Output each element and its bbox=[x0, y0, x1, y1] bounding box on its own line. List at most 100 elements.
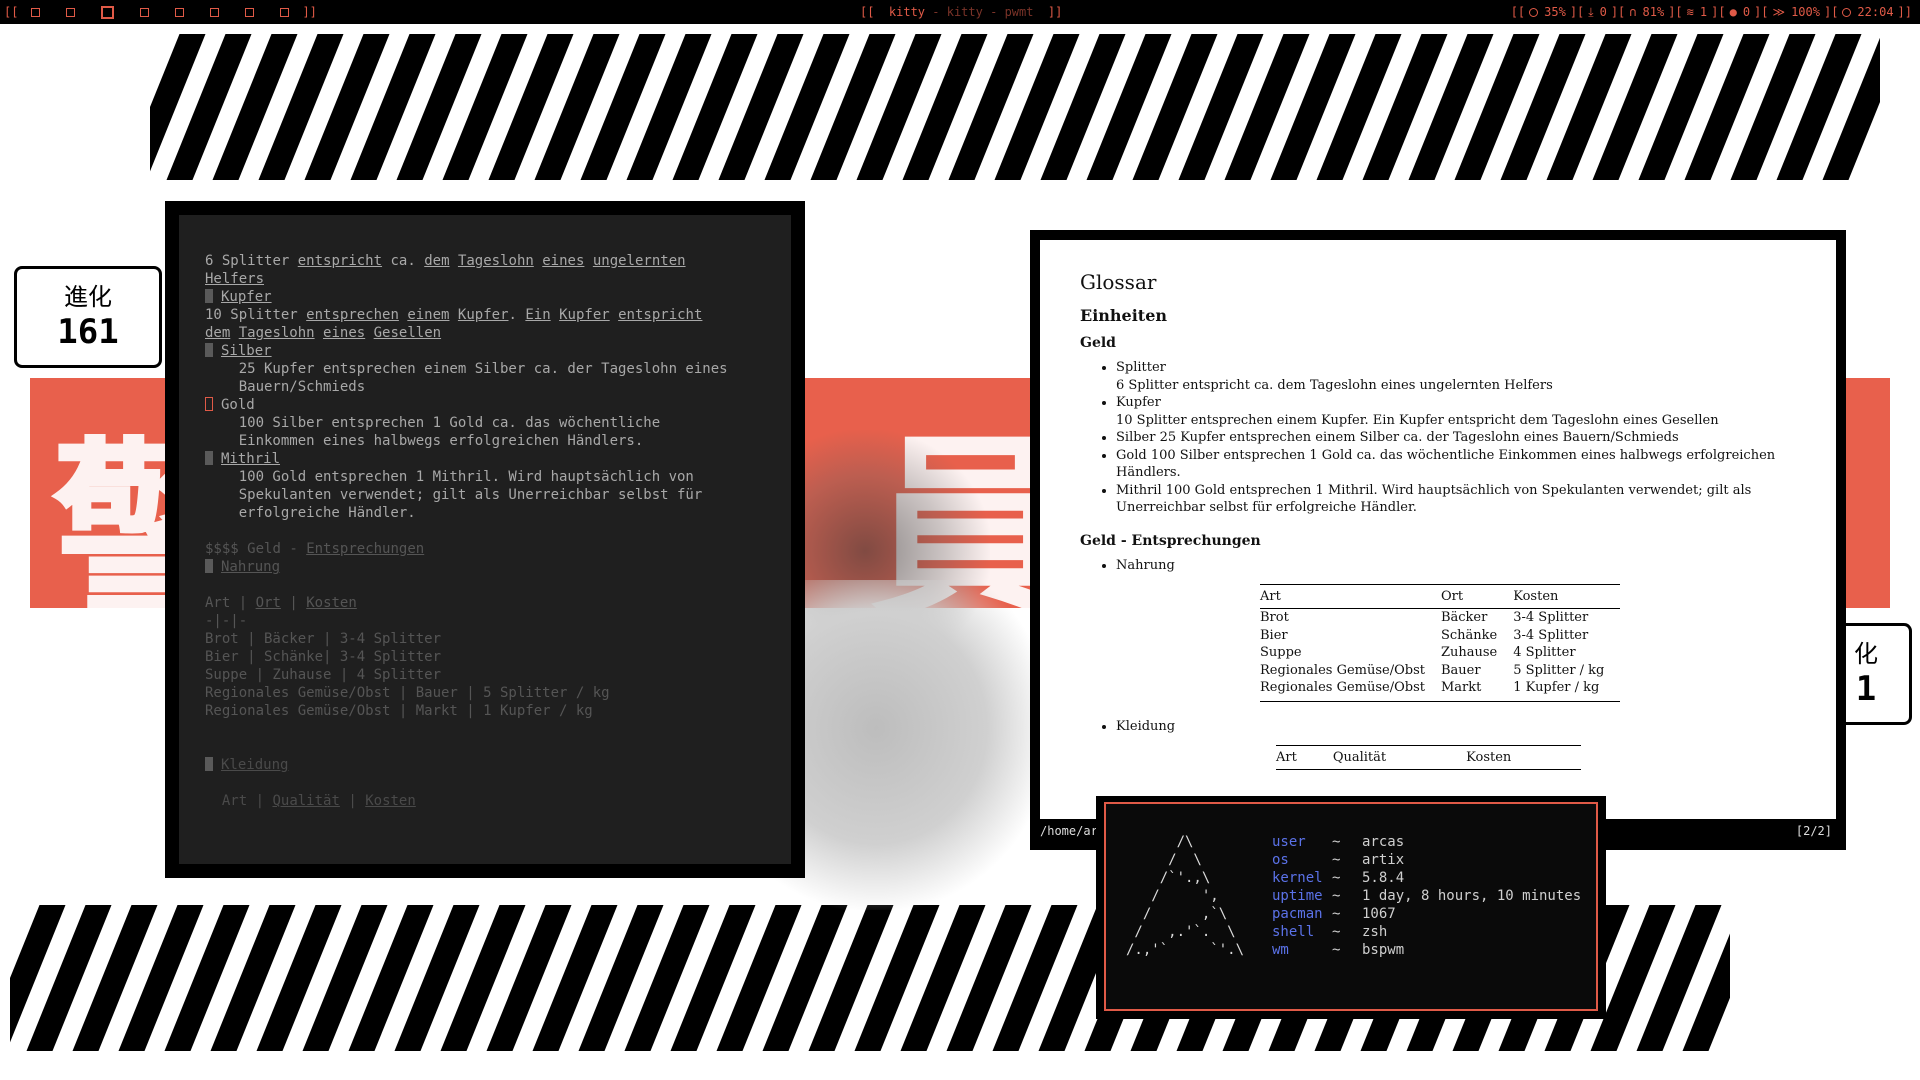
table-header: Art bbox=[1260, 584, 1441, 609]
editor-line[interactable]: Kleidung bbox=[205, 756, 791, 774]
table-row: Bier Schänke 3-4 Splitter bbox=[1260, 627, 1620, 645]
editor-line[interactable]: Mithril bbox=[205, 450, 791, 468]
workspace-7[interactable] bbox=[245, 7, 255, 17]
sysinfo-row: uptime ~1 day, 8 hours, 10 minutes bbox=[1272, 888, 1582, 904]
editor-line[interactable]: 10 Splitter entsprechen einem Kupfer. Ei… bbox=[205, 306, 791, 324]
editor-line[interactable]: Art | Ort | Kosten bbox=[205, 594, 791, 612]
editor-line[interactable]: Bier | Schänke| 3-4 Splitter bbox=[205, 648, 791, 666]
battery-module[interactable]: ≫ 100% bbox=[1773, 0, 1820, 24]
fold-marker-icon[interactable] bbox=[205, 757, 213, 771]
status-bar: [[ ]] [[ kitty - kitty - pwmt ]] [[ 35% … bbox=[0, 0, 1920, 24]
editor-line[interactable]: Kupfer bbox=[205, 288, 791, 306]
fold-marker-icon[interactable] bbox=[205, 559, 213, 573]
battery-icon: ≫ bbox=[1772, 5, 1786, 19]
window-title: [[ kitty - kitty - pwmt ]] bbox=[860, 5, 1063, 19]
subsection-heading-geld: Geld bbox=[1080, 335, 1116, 351]
food-table: Art Ort Kosten Brot Bäcker 3-4 Splitter Bier Sc… bbox=[1260, 584, 1621, 702]
editor-line[interactable]: Nahrung bbox=[205, 558, 791, 576]
sysinfo-row: pacman ~1067 bbox=[1272, 906, 1396, 922]
clock-icon bbox=[1842, 7, 1852, 17]
updates-module[interactable]: ● 0 bbox=[1730, 0, 1750, 24]
editor-window[interactable]: 6 Splitter entspricht ca. dem Tageslohn … bbox=[165, 201, 805, 878]
status-modules: [[ 35% ][ ⤓ 0 ][ ∩ 81% ][ ≋ 1 ][ ● 0 ][ ≫ 100… bbox=[1511, 0, 1912, 24]
download-icon: ⤓ bbox=[1588, 5, 1594, 19]
table-header: Qualität bbox=[1332, 745, 1467, 770]
workspace-5[interactable] bbox=[175, 7, 185, 17]
distro-logo-ascii: /\ / \ /`'.,\ / ', / ,`\ / ,.'`. \ /.,'`… bbox=[1126, 834, 1245, 958]
sysinfo-row: os ~ artix bbox=[1272, 852, 1405, 868]
wifi-icon: ≋ bbox=[1686, 5, 1694, 19]
table-row: Brot Bäcker 3-4 Splitter bbox=[1260, 609, 1620, 627]
workspace-3[interactable] bbox=[101, 5, 115, 19]
workspace-4[interactable] bbox=[140, 7, 150, 17]
pdf-page[interactable]: Glossar Einheiten Geld Splitter6 Splitte… bbox=[1040, 240, 1836, 819]
table-cell: 1 Kupfer / kg bbox=[1513, 679, 1621, 702]
table-cell: Suppe bbox=[1260, 645, 1302, 660]
workspace-2[interactable] bbox=[66, 7, 76, 17]
editor-line[interactable]: Gold bbox=[205, 396, 791, 414]
file-path: /home/ar bbox=[1040, 824, 1098, 838]
terminal-buffer[interactable]: /\ / \ /`'.,\ / ', / ,`\ / ,.'`. \ /.,'`… bbox=[1104, 802, 1598, 1011]
editor-line[interactable]: 100 Silber entsprechen 1 Gold ca. das wö… bbox=[205, 414, 791, 432]
table-row: Suppe Zuhause 4 Splitter bbox=[1260, 644, 1620, 662]
table-cell: Bäcker bbox=[1440, 610, 1488, 625]
pdf-viewer-window[interactable]: Glossar Einheiten Geld Splitter6 Splitte… bbox=[1030, 230, 1846, 850]
table-cell: Bauer bbox=[1440, 662, 1481, 678]
clock-module[interactable]: 22:04 bbox=[1842, 0, 1894, 24]
editor-buffer[interactable]: 6 Splitter entspricht ca. dem Tageslohn … bbox=[179, 215, 791, 864]
clothing-table: Art Qualität Kosten bbox=[1276, 745, 1582, 770]
download-module[interactable]: ⤓ 0 bbox=[1588, 0, 1607, 24]
editor-line[interactable]: Brot | Bäcker | 3-4 Splitter bbox=[205, 630, 791, 648]
list-item: Nahrung bbox=[1116, 557, 1796, 575]
clothing-list: Kleidung bbox=[1080, 718, 1796, 736]
editor-line[interactable]: 6 Splitter entspricht ca. dem Tageslohn … bbox=[205, 252, 791, 270]
editor-line[interactable]: Spekulanten verwendet; gilt als Unerreic… bbox=[205, 486, 791, 504]
table-header: Ort bbox=[1440, 584, 1514, 609]
fold-marker-icon[interactable] bbox=[205, 289, 213, 303]
title-name: kitty bbox=[946, 5, 983, 19]
fold-marker-icon[interactable] bbox=[205, 451, 213, 465]
editor-line[interactable]: Einkommen eines halbwegs erfolgreichen H… bbox=[205, 432, 791, 450]
editor-line[interactable]: Suppe | Zuhause | 4 Splitter bbox=[205, 666, 791, 684]
editor-line[interactable] bbox=[205, 774, 791, 792]
editor-line[interactable]: Regionales Gemüse/Obst | Markt | 1 Kupfe… bbox=[205, 702, 791, 720]
food-list: Nahrung bbox=[1080, 557, 1796, 575]
doc-title: Glossar bbox=[1080, 270, 1157, 294]
editor-line[interactable]: -|-|- bbox=[205, 612, 791, 630]
editor-line[interactable]: Silber bbox=[205, 342, 791, 360]
wallpaper-badge-left: 進化 161 bbox=[14, 266, 162, 368]
editor-line[interactable] bbox=[205, 738, 791, 756]
workspace-1[interactable] bbox=[31, 7, 41, 17]
editor-line[interactable]: Art | Qualität | Kosten bbox=[205, 792, 791, 810]
wifi-module[interactable]: ≋ 1 bbox=[1687, 0, 1707, 24]
editor-line[interactable]: Helfers bbox=[205, 270, 791, 288]
table-cell: Regionales Gemüse/Obst bbox=[1260, 679, 1441, 702]
workspace-8[interactable] bbox=[280, 7, 290, 17]
editor-line[interactable]: dem Tageslohn eines Gesellen bbox=[205, 324, 791, 342]
editor-line[interactable]: erfolgreiche Händler. bbox=[205, 504, 791, 522]
table-cell: 3-4 Splitter bbox=[1513, 610, 1589, 625]
terminal-window[interactable]: /\ / \ /`'.,\ / ', / ,`\ / ,.'`. \ /.,'`… bbox=[1096, 796, 1606, 1019]
editor-line[interactable]: Regionales Gemüse/Obst | Bauer | 5 Split… bbox=[205, 684, 791, 702]
editor-line[interactable] bbox=[205, 576, 791, 594]
table-cell: 5 Splitter / kg bbox=[1513, 662, 1605, 678]
table-cell: Markt bbox=[1440, 679, 1514, 702]
list-item: Splitter6 Splitter entspricht ca. dem Ta… bbox=[1116, 359, 1796, 394]
fold-marker-icon[interactable] bbox=[205, 343, 213, 357]
workspace-6[interactable] bbox=[210, 7, 220, 17]
editor-line[interactable] bbox=[205, 720, 791, 738]
volume-module[interactable]: ∩ 81% bbox=[1629, 0, 1664, 24]
table-cell: Zuhause bbox=[1440, 645, 1498, 660]
editor-line[interactable]: Bauern/Schmieds bbox=[205, 378, 791, 396]
title-app: kitty bbox=[888, 5, 926, 19]
fold-marker-icon[interactable] bbox=[205, 397, 213, 411]
cpu-icon bbox=[1529, 7, 1539, 17]
cpu-module[interactable]: 35% bbox=[1529, 0, 1566, 24]
editor-line[interactable]: 25 Kupfer entsprechen einem Silber ca. d… bbox=[205, 360, 791, 378]
editor-line[interactable]: 100 Gold entsprechen 1 Mithril. Wird hau… bbox=[205, 468, 791, 486]
editor-line[interactable]: $$$$ Geld - Entsprechungen bbox=[205, 540, 791, 558]
wallpaper-stripes-top bbox=[150, 34, 1880, 180]
subsection-heading-entsprechungen: Geld - Entsprechungen bbox=[1080, 532, 1261, 549]
editor-line[interactable] bbox=[205, 522, 791, 540]
table-header: Kosten bbox=[1513, 584, 1621, 609]
